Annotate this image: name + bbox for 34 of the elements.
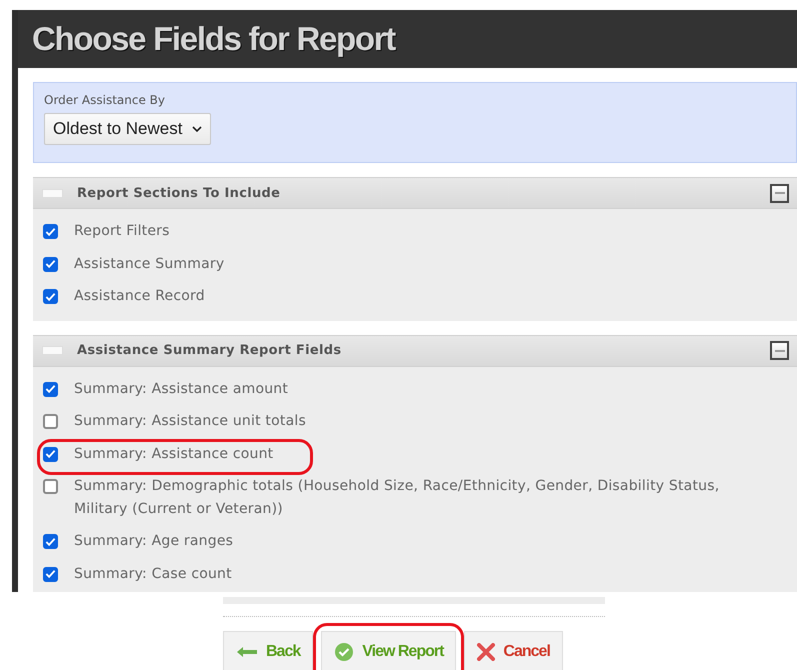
checkbox[interactable] [43,534,58,549]
grip-icon [42,188,63,198]
chevron-icon [192,126,202,132]
checkbox[interactable] [43,414,58,429]
cancel-button[interactable]: Cancel [464,631,563,670]
window-title: Choose Fields for Report [32,20,395,58]
checkbox-label: Assistance Summary [74,254,226,274]
checkbox-label: Summary: Assistance unit totals [74,412,307,431]
checkbox-label: Summary: Assistance count [74,444,274,464]
checkbox[interactable] [43,256,58,272]
checkbox-label: Assistance Record [74,287,206,306]
view-report-button[interactable]: View Report [321,631,456,670]
collapse-button[interactable] [770,184,789,202]
checkbox-label: Summary: Case count [74,564,233,584]
order-label: Order Assistance By [44,93,166,107]
order-dropdown[interactable]: Oldest to Newest [44,113,212,145]
checkbox[interactable] [43,224,58,239]
grip-icon [42,346,63,355]
collapse-button[interactable] [770,341,789,360]
checkbox[interactable] [43,566,58,582]
checkbox-label: Report Filters [74,222,171,241]
checkbox[interactable] [43,479,58,494]
arrow-left-icon [236,646,258,658]
checkbox-label: Summary: Demographic totals (Household Size, Race/Ethnicity, Gender, Disability Status, Military (Current or Veteran)) [74,477,720,518]
close-icon [477,642,496,660]
checkbox-label: Summary: Age ranges [74,532,234,551]
section-title: Report Sections To Include [77,186,282,200]
checkbox[interactable] [43,289,58,304]
section-title: Assistance Summary Report Fields [77,343,342,358]
back-button[interactable]: Back [223,631,314,670]
checkbox[interactable] [43,382,58,396]
checkbox-label: Summary: Assistance amount [74,380,290,398]
check-circle-icon [334,642,354,662]
checkbox[interactable] [43,446,58,462]
